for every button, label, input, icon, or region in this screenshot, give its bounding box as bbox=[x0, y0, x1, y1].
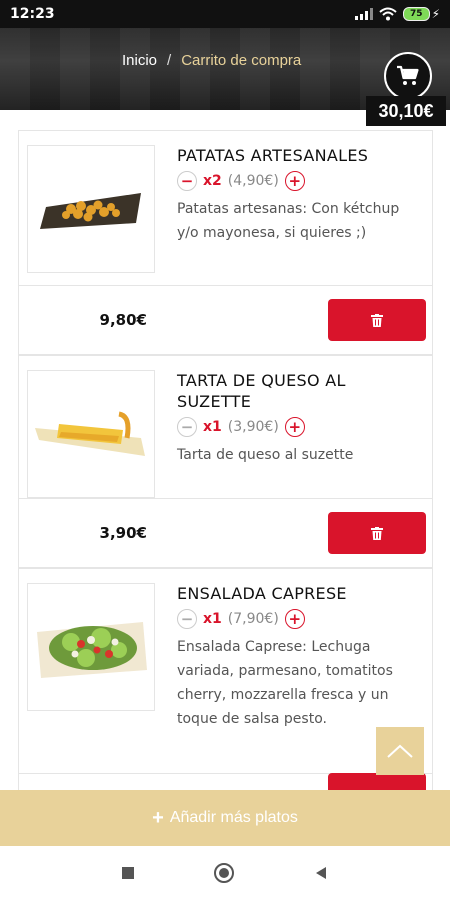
decrease-quantity-button[interactable]: − bbox=[177, 417, 197, 437]
increase-quantity-button[interactable]: + bbox=[284, 171, 305, 191]
cart-total[interactable]: 30,10€ bbox=[366, 96, 446, 126]
home-icon[interactable] bbox=[214, 863, 234, 883]
quantity: x1 bbox=[203, 419, 222, 435]
trash-icon bbox=[371, 313, 383, 327]
wifi-icon bbox=[379, 7, 397, 21]
product-image bbox=[27, 583, 155, 711]
unit-price: (4,90€) bbox=[227, 173, 279, 189]
delete-item-button[interactable] bbox=[328, 512, 426, 554]
charging-icon: ⚡ bbox=[431, 7, 440, 21]
plus-icon: + bbox=[152, 806, 164, 829]
cart-button[interactable] bbox=[384, 52, 432, 100]
recents-icon[interactable] bbox=[122, 867, 134, 879]
quantity-control: − x1 (7,90€) + bbox=[177, 609, 424, 629]
cart-item-footer: 3,90€ bbox=[18, 498, 433, 568]
cart-items-list: PATATAS ARTESANALES − x2 (4,90€) + Patat… bbox=[18, 130, 433, 843]
cart-item: PATATAS ARTESANALES − x2 (4,90€) + Patat… bbox=[18, 130, 433, 285]
quantity: x1 bbox=[203, 611, 222, 627]
product-name: PATATAS ARTESANALES bbox=[177, 146, 369, 165]
product-name: TARTA DE QUESO AL SUZETTE bbox=[177, 371, 346, 411]
quantity-control: − x2 (4,90€) + bbox=[177, 171, 424, 191]
product-image bbox=[27, 145, 155, 273]
decrease-quantity-button[interactable]: − bbox=[177, 171, 197, 191]
increase-quantity-button[interactable]: + bbox=[284, 609, 305, 629]
system-nav-bar bbox=[0, 846, 450, 900]
decrease-quantity-button[interactable]: − bbox=[177, 609, 197, 629]
cart-item: TARTA DE QUESO AL SUZETTE − x1 (3,90€) +… bbox=[18, 355, 433, 498]
quantity: x2 bbox=[203, 173, 222, 189]
chevron-up-icon bbox=[387, 744, 413, 758]
product-name: ENSALADA CAPRESE bbox=[177, 584, 347, 603]
breadcrumb-separator: / bbox=[167, 52, 172, 69]
status-time: 12:23 bbox=[10, 6, 55, 22]
unit-price: (7,90€) bbox=[227, 611, 279, 627]
increase-quantity-button[interactable]: + bbox=[284, 417, 305, 437]
product-description: Tarta de queso al suzette bbox=[177, 447, 354, 463]
cart-icon bbox=[397, 65, 419, 85]
product-description: Ensalada Caprese: Lechuga variada, parme… bbox=[177, 639, 393, 727]
status-bar: 12:23 75 ⚡ bbox=[0, 0, 450, 28]
battery-icon: 75 ⚡ bbox=[403, 7, 440, 21]
add-more-dishes-button[interactable]: + Añadir más platos bbox=[0, 790, 450, 846]
item-subtotal: 9,80€ bbox=[99, 311, 147, 329]
status-icons: 75 ⚡ bbox=[355, 7, 440, 21]
breadcrumb: Inicio / Carrito de compra bbox=[122, 52, 301, 69]
quantity-control: − x1 (3,90€) + bbox=[177, 417, 424, 437]
trash-icon bbox=[371, 526, 383, 540]
product-description: Patatas artesanas: Con kétchup y/o mayon… bbox=[177, 201, 400, 241]
back-icon[interactable] bbox=[314, 866, 328, 880]
battery-level: 75 bbox=[403, 7, 430, 21]
product-image bbox=[27, 370, 155, 498]
item-subtotal: 3,90€ bbox=[99, 524, 147, 542]
cart-item: ENSALADA CAPRESE − x1 (7,90€) + Ensalada… bbox=[18, 568, 433, 773]
signal-icon bbox=[355, 8, 374, 20]
unit-price: (3,90€) bbox=[227, 419, 279, 435]
delete-item-button[interactable] bbox=[328, 299, 426, 341]
cart-item-footer: 9,80€ bbox=[18, 285, 433, 355]
scroll-to-top-button[interactable] bbox=[376, 727, 424, 775]
breadcrumb-home-link[interactable]: Inicio bbox=[122, 52, 157, 69]
add-more-label: Añadir más platos bbox=[169, 809, 298, 826]
breadcrumb-current: Carrito de compra bbox=[181, 52, 302, 69]
